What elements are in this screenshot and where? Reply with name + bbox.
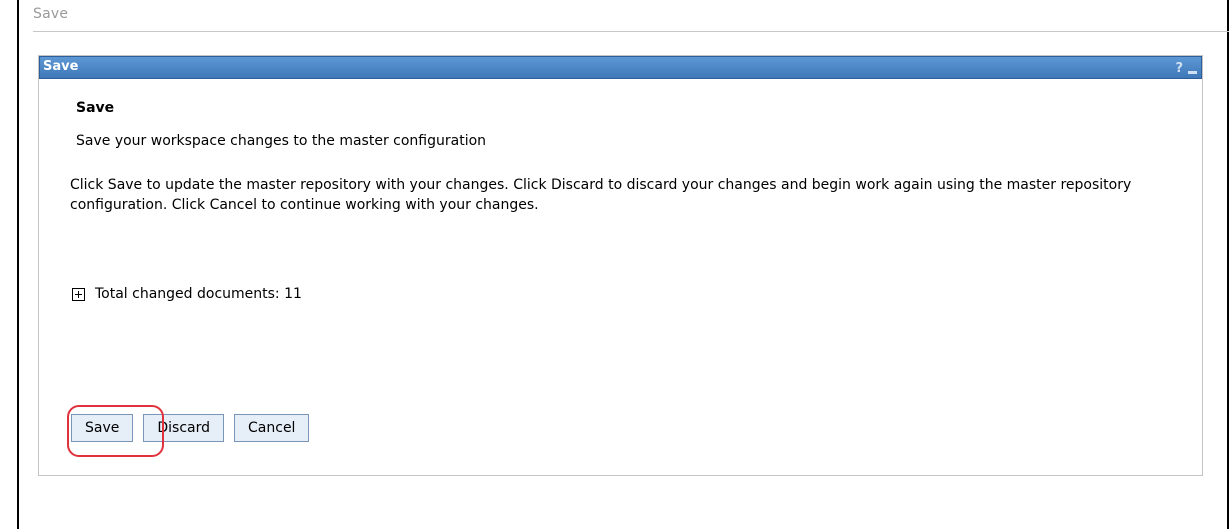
- portlet-titlebar: Save ?: [39, 56, 1202, 79]
- button-bar: Save Discard Cancel: [71, 414, 310, 442]
- changed-documents-row: Total changed documents: 11: [72, 286, 302, 302]
- help-icon[interactable]: ?: [1175, 61, 1183, 76]
- section-heading: Save: [76, 100, 115, 116]
- app-frame: Save Save ? Save Save your workspace cha…: [17, 0, 1229, 529]
- titlebar-icons: ?: [1175, 59, 1197, 77]
- section-subtitle: Save your workspace changes to the maste…: [76, 133, 487, 149]
- instructions-text: Click Save to update the master reposito…: [70, 177, 1132, 213]
- page-title: Save: [33, 6, 69, 22]
- save-portlet: Save ? Save Save your workspace changes …: [38, 55, 1203, 476]
- page-header: Save: [33, 6, 1229, 32]
- discard-button[interactable]: Discard: [143, 414, 225, 442]
- portlet-title: Save: [43, 59, 79, 74]
- changed-documents-label: Total changed documents: 11: [95, 286, 302, 302]
- cancel-button[interactable]: Cancel: [234, 414, 310, 442]
- minimize-icon[interactable]: [1188, 70, 1197, 74]
- save-button[interactable]: Save: [71, 414, 134, 442]
- plus-box-icon[interactable]: [72, 287, 85, 301]
